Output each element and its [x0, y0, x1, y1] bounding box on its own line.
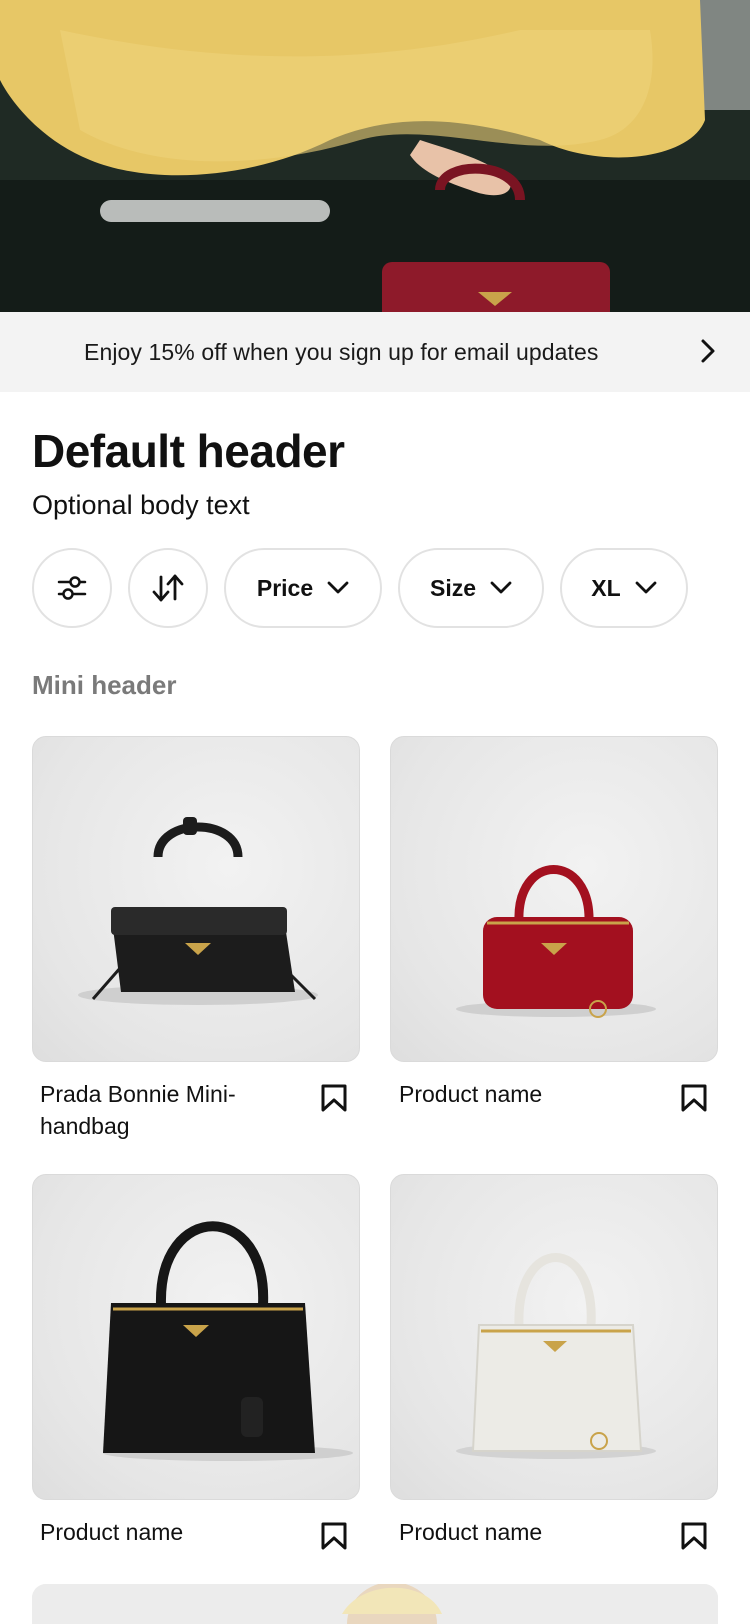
handbag-image [456, 1253, 656, 1459]
page-body-text: Optional body text [32, 490, 250, 520]
bookmark-icon[interactable] [320, 1521, 348, 1551]
product-image[interactable] [390, 736, 718, 1062]
hero-illustration [0, 0, 750, 312]
product-name[interactable]: Product name [399, 1516, 639, 1548]
price-dropdown[interactable]: Price [224, 548, 382, 628]
product-name[interactable]: Product name [399, 1078, 639, 1110]
xl-dropdown-label: XL [591, 574, 621, 601]
product-name[interactable]: Product name [40, 1516, 280, 1548]
sliders-icon [57, 576, 87, 600]
product-image[interactable] [390, 1174, 718, 1500]
chevron-down-icon [327, 581, 349, 594]
filter-button[interactable] [32, 548, 112, 628]
handbag-image [456, 865, 656, 1018]
editorial-image [32, 1584, 718, 1624]
chevron-right-icon[interactable] [700, 338, 716, 364]
xl-dropdown[interactable]: XL [560, 548, 688, 628]
handbag-image [103, 1221, 353, 1461]
chevron-down-icon [490, 581, 512, 594]
bookmark-icon[interactable] [680, 1083, 708, 1113]
promo-banner[interactable]: Enjoy 15% off when you sign up for email… [0, 312, 750, 392]
bookmark-icon[interactable] [680, 1521, 708, 1551]
size-dropdown[interactable]: Size [398, 548, 544, 628]
editorial-card[interactable] [32, 1584, 718, 1624]
sort-button[interactable] [128, 548, 208, 628]
price-dropdown-label: Price [256, 574, 314, 601]
page-title: Default header [32, 425, 345, 477]
bookmark-icon[interactable] [320, 1083, 348, 1113]
size-dropdown-label: Size [429, 574, 477, 601]
chevron-down-icon [635, 581, 657, 594]
mini-header: Mini header [32, 670, 177, 700]
handbag-image [78, 817, 318, 1005]
promo-text: Enjoy 15% off when you sign up for email… [84, 339, 599, 365]
product-image[interactable] [32, 736, 360, 1062]
product-name[interactable]: Prada Bonnie Mini-handbag [40, 1078, 280, 1142]
sort-icon [152, 574, 184, 602]
product-image[interactable] [32, 1174, 360, 1500]
hero-image [0, 0, 750, 312]
